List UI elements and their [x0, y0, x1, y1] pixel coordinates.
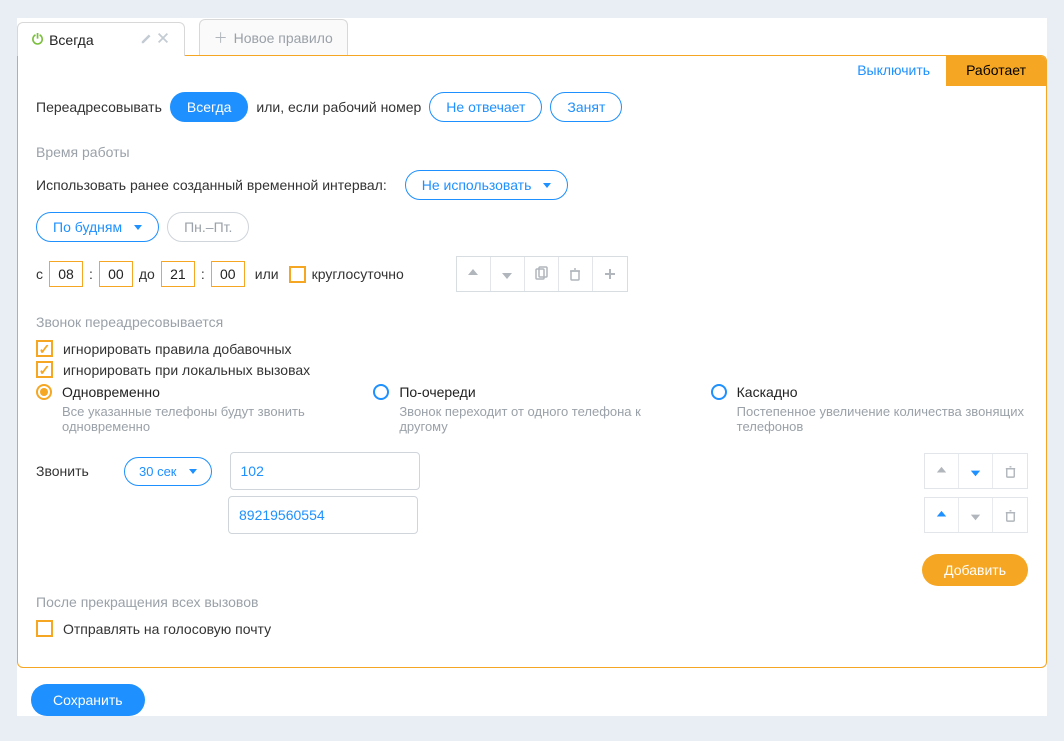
tab-label: Всегда: [49, 32, 94, 48]
plus-icon: ＋: [214, 28, 228, 48]
radio-cascade[interactable]: [711, 384, 727, 400]
tab-always[interactable]: ⏻ Всегда: [17, 22, 185, 56]
time-row-controls: [456, 256, 628, 292]
hour-to[interactable]: [161, 261, 195, 287]
arrow-up-icon[interactable]: [925, 454, 959, 488]
min-to[interactable]: [211, 261, 245, 287]
number-row-controls: [924, 497, 1028, 533]
allday-label: круглосуточно: [312, 266, 404, 282]
worktime-section: Время работы Использовать ранее созданны…: [18, 128, 1046, 298]
ignore-local-checkbox[interactable]: [36, 361, 53, 378]
always-pill[interactable]: Всегда: [170, 92, 249, 122]
weekdays-select[interactable]: По будням: [36, 212, 159, 242]
status-strip: Выключить Работает: [18, 56, 1046, 86]
forward-or: или, если рабочий номер: [256, 99, 421, 115]
add-number-button[interactable]: Добавить: [922, 554, 1028, 586]
arrow-down-icon[interactable]: [959, 498, 993, 532]
dial-section: Звонить 30 сек: [18, 440, 1046, 546]
days-short: Пн.–Пт.: [167, 212, 249, 242]
min-from[interactable]: [99, 261, 133, 287]
opt-cascade[interactable]: Каскадно Постепенное увеличение количест…: [711, 384, 1028, 434]
opt-simultaneous[interactable]: Одновременно Все указанные телефоны буду…: [36, 384, 353, 434]
from-label: с: [36, 266, 43, 282]
tab-label: Новое правило: [234, 30, 333, 46]
arrow-down-icon[interactable]: [959, 454, 993, 488]
move-up-button[interactable]: [457, 257, 491, 291]
dial-label: Звонить: [36, 463, 106, 479]
hour-from[interactable]: [49, 261, 83, 287]
radio-simultaneous[interactable]: [36, 384, 52, 400]
worktime-heading: Время работы: [36, 144, 1028, 160]
post-section: После прекращения всех вызовов Отправлят…: [18, 588, 1046, 647]
trash-icon[interactable]: [993, 454, 1027, 488]
page: ⏻ Всегда ＋ Новое правило Выключить Работ…: [17, 18, 1047, 716]
delete-button[interactable]: [559, 257, 593, 291]
to-label: до: [139, 266, 155, 282]
ignore-ext-label: игнорировать правила добавочных: [63, 341, 292, 357]
opt-sequential[interactable]: По-очереди Звонок переходит от одного те…: [373, 384, 690, 434]
tab-new-rule[interactable]: ＋ Новое правило: [199, 19, 348, 56]
forward-prefix: Переадресовывать: [36, 99, 162, 115]
number-input[interactable]: [230, 452, 420, 490]
status-badge: Работает: [946, 56, 1046, 86]
move-down-button[interactable]: [491, 257, 525, 291]
number-input[interactable]: [228, 496, 418, 534]
forward-row: Переадресовывать Всегда или, если рабочи…: [18, 86, 1046, 128]
number-row-controls: [924, 453, 1028, 489]
radio-sequential[interactable]: [373, 384, 389, 400]
or-label: или: [255, 266, 279, 282]
ignore-local-label: игнорировать при локальных вызовах: [63, 362, 310, 378]
save-button[interactable]: Сохранить: [31, 684, 145, 716]
call-fwd-heading: Звонок переадресовывается: [36, 314, 1028, 330]
post-heading: После прекращения всех вызовов: [36, 594, 1028, 610]
interval-select[interactable]: Не использовать: [405, 170, 569, 200]
voicemail-checkbox[interactable]: [36, 620, 53, 637]
rule-panel: Выключить Работает Переадресовывать Всег…: [17, 55, 1047, 668]
duration-select[interactable]: 30 сек: [124, 457, 212, 486]
close-icon[interactable]: [156, 31, 170, 48]
allday-checkbox[interactable]: [289, 266, 306, 283]
no-answer-pill[interactable]: Не отвечает: [429, 92, 542, 122]
disable-link[interactable]: Выключить: [857, 56, 946, 86]
call-fwd-section: Звонок переадресовывается игнорировать п…: [18, 298, 1046, 440]
copy-button[interactable]: [525, 257, 559, 291]
busy-pill[interactable]: Занят: [550, 92, 622, 122]
tab-strip: ⏻ Всегда ＋ Новое правило: [17, 18, 1047, 55]
arrow-up-icon[interactable]: [925, 498, 959, 532]
power-icon: ⏻: [32, 31, 43, 48]
ignore-ext-checkbox[interactable]: [36, 340, 53, 357]
add-button[interactable]: [593, 257, 627, 291]
pencil-icon[interactable]: [140, 31, 154, 48]
voicemail-label: Отправлять на голосовую почту: [63, 621, 271, 637]
trash-icon[interactable]: [993, 498, 1027, 532]
use-saved-label: Использовать ранее созданный временной и…: [36, 177, 387, 193]
